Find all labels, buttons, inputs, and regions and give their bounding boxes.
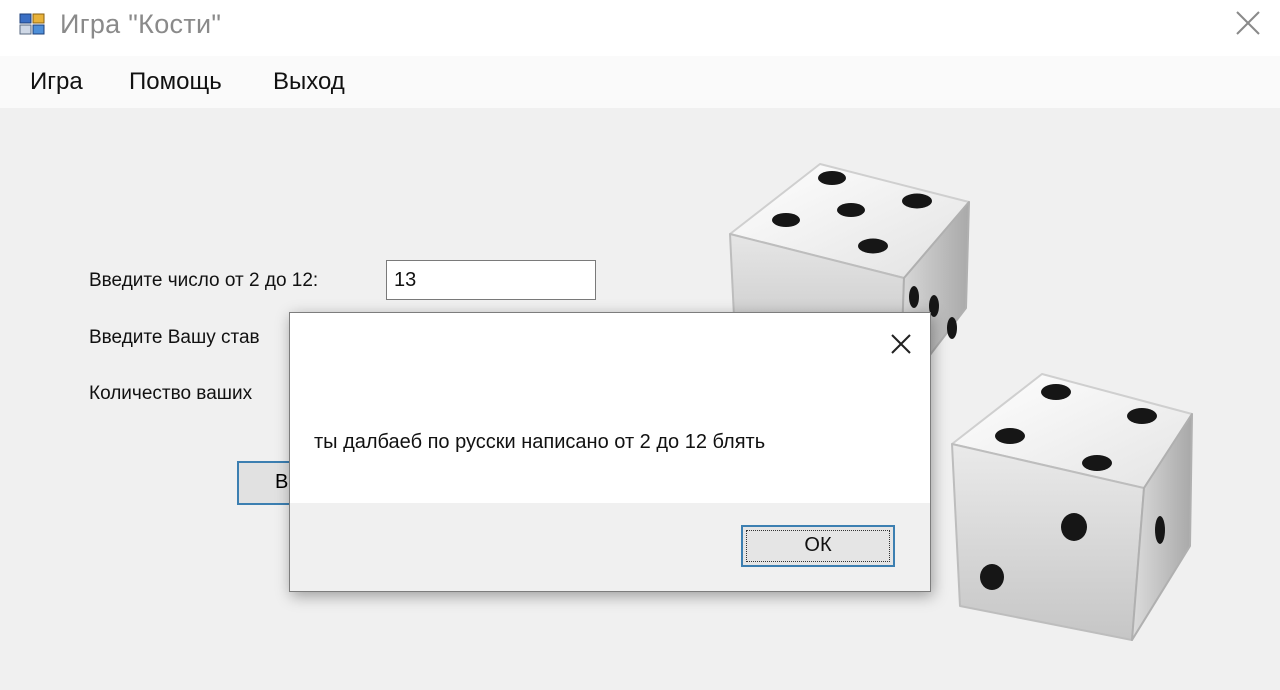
message-dialog: ты далбаеб по русски написано от 2 до 12…	[289, 312, 931, 592]
dialog-footer: ОК	[290, 503, 930, 591]
dialog-message: ты далбаеб по русски написано от 2 до 12…	[314, 431, 766, 453]
menu-bar: Игра Помощь Выход	[0, 56, 1280, 108]
close-icon	[1236, 11, 1260, 35]
focus-rect	[746, 530, 890, 562]
window-title: Игра "Кости"	[60, 9, 222, 39]
app-icon	[19, 13, 45, 35]
ok-button[interactable]: ОК	[741, 525, 895, 567]
count-label: Количество ваших	[89, 383, 253, 404]
window-close-button[interactable]	[1216, 0, 1280, 48]
close-icon	[891, 334, 911, 354]
roll-button-label: В	[275, 471, 289, 493]
menu-item-exit[interactable]: Выход	[273, 68, 345, 96]
number-input[interactable]	[386, 260, 596, 300]
menu-item-game[interactable]: Игра	[30, 68, 83, 96]
dialog-close-button[interactable]	[886, 329, 916, 359]
menu-item-help[interactable]: Помощь	[129, 68, 222, 96]
number-label: Введите число от 2 до 12:	[89, 270, 319, 291]
die-bottom	[951, 373, 1193, 641]
app-window: Игра "Кости" Игра Помощь Выход Введите ч…	[0, 0, 1280, 690]
title-bar: Игра "Кости"	[0, 0, 1280, 56]
bet-label: Введите Вашу став	[89, 327, 260, 348]
